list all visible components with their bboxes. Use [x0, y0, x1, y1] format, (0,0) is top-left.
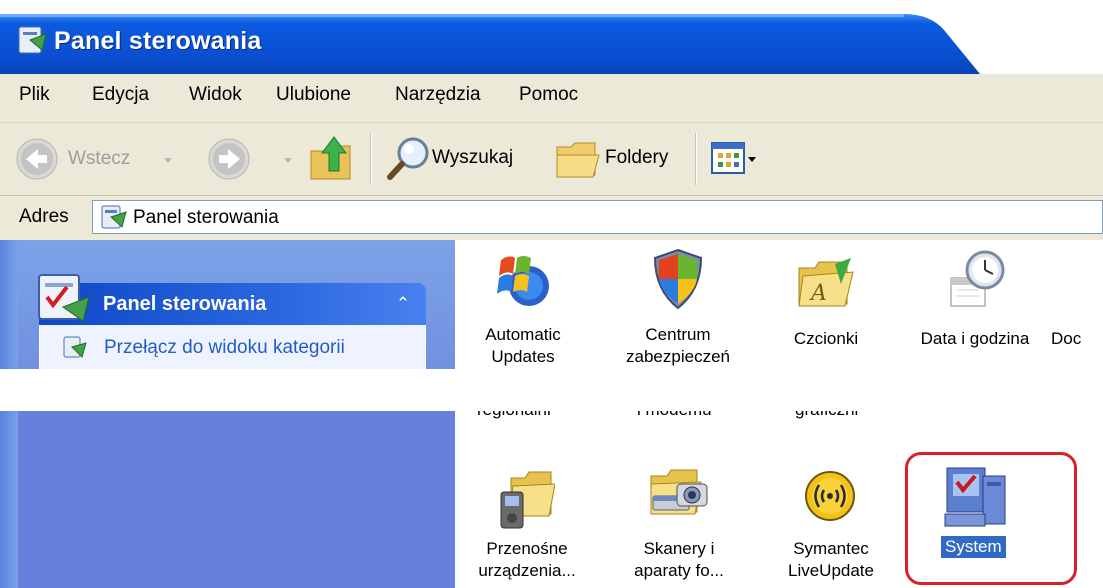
task-pane-edge: [0, 411, 18, 588]
windows-update-icon: [497, 256, 549, 306]
menu-view[interactable]: Widok: [189, 84, 242, 106]
search-label: Wyszukaj: [432, 147, 514, 168]
menu-file[interactable]: Plik: [19, 84, 50, 106]
fonts-label: Czcionki: [793, 329, 859, 348]
menu-tools[interactable]: Narzędzia: [395, 84, 481, 106]
symantec-liveupdate-item[interactable]: [805, 468, 855, 529]
app-icon: [16, 24, 48, 61]
scanner-camera-icon: [650, 469, 708, 515]
toolbar: Wstecz Wyszukaj Foldery: [0, 123, 1103, 196]
address-field[interactable]: Panel sterowania: [92, 200, 1103, 234]
search-icon: [387, 137, 429, 180]
collapse-chevron-icon[interactable]: ⌃: [391, 292, 415, 316]
up-folder-button[interactable]: [306, 131, 356, 190]
security-center-item[interactable]: [651, 248, 705, 315]
folders-label: Foldery: [605, 147, 669, 168]
symantec-liveupdate-icon: [805, 471, 855, 521]
automatic-updates-item[interactable]: [493, 248, 553, 315]
system-label: System: [941, 536, 1006, 558]
svg-text:A: A: [809, 281, 827, 306]
chevron-down-icon: [284, 158, 292, 163]
cropped-label-row: regionalni i modemu graficzni: [455, 411, 1103, 435]
switch-view-icon: [63, 336, 87, 358]
date-time-icon: [950, 250, 1005, 307]
portable-devices-icon: [500, 471, 556, 529]
crop-gap: [0, 369, 1103, 411]
back-label: Wstecz: [68, 148, 131, 169]
back-button[interactable]: Wstecz: [14, 136, 184, 187]
portable-devices-item[interactable]: [497, 468, 556, 537]
menu-help[interactable]: Pomoc: [519, 84, 578, 106]
portable-devices-label: Przenośne urządzenia...: [478, 539, 576, 580]
folders-icon: [556, 142, 600, 178]
menu-favorites[interactable]: Ulubione: [276, 84, 351, 106]
partial-item-label[interactable]: Doc: [1051, 328, 1103, 350]
date-time-label: Data i godzina: [920, 329, 1030, 348]
security-center-shield-icon: [653, 248, 703, 310]
forward-button[interactable]: [206, 136, 296, 187]
folders-button[interactable]: Foldery: [555, 135, 668, 186]
task-box-title: Panel sterowania: [103, 293, 267, 315]
date-time-item[interactable]: [945, 248, 1007, 315]
scanners-cameras-label: Skanery i aparaty fo...: [634, 539, 724, 580]
control-panel-task-box: Panel sterowania ⌃ Przełącz do widoku ka…: [38, 274, 426, 383]
automatic-updates-label: Automatic Updates: [485, 325, 561, 366]
views-button[interactable]: [710, 141, 770, 182]
security-center-label: Centrum zabezpieczeń: [626, 325, 730, 366]
system-highlight-ring: [905, 452, 1077, 585]
task-pane-lower: [0, 411, 455, 588]
window-title: Panel sterowania: [54, 27, 262, 55]
control-panel-large-icon: [33, 269, 95, 330]
title-bar: Panel sterowania: [0, 0, 1103, 74]
chevron-down-icon: [164, 158, 172, 163]
chevron-down-icon: [748, 157, 756, 162]
menu-edit[interactable]: Edycja: [92, 84, 149, 106]
control-panel-icon: [101, 205, 127, 229]
address-label: Adres: [19, 206, 69, 227]
address-value: Panel sterowania: [133, 207, 279, 228]
address-bar: Adres Panel sterowania: [0, 196, 1103, 241]
views-icon: [711, 142, 756, 174]
up-folder-icon: [310, 136, 351, 180]
scanners-cameras-item[interactable]: [647, 468, 711, 535]
switch-category-view-link[interactable]: Przełącz do widoku kategorii: [104, 337, 345, 359]
symantec-liveupdate-label: Symantec LiveUpdate: [787, 539, 874, 580]
fonts-item[interactable]: A: [795, 254, 855, 315]
search-button[interactable]: Wyszukaj: [386, 135, 513, 186]
fonts-folder-icon: A: [798, 258, 854, 307]
menu-bar: Plik Edycja Widok Ulubione Narzędzia Pom…: [0, 74, 1103, 123]
